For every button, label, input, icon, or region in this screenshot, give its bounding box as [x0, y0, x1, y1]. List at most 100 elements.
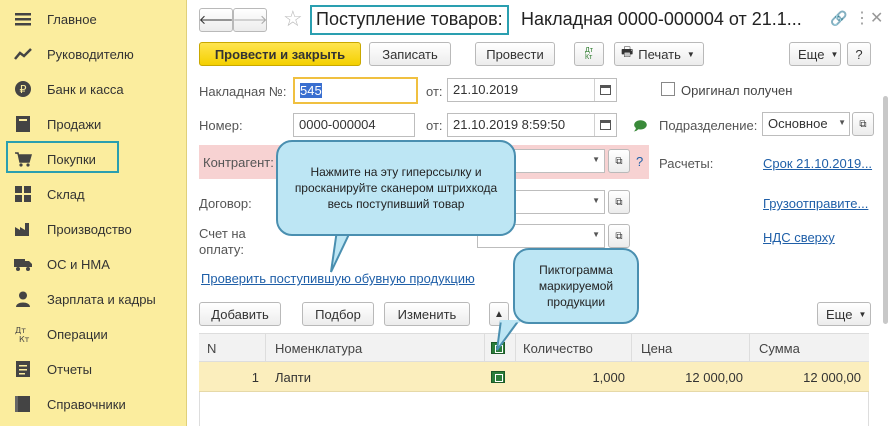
sidebar-item-label: Справочники	[47, 396, 126, 412]
column-header-sum[interactable]: Сумма	[759, 341, 800, 356]
book-icon	[14, 395, 32, 413]
scan-callout: Нажмите на эту гиперссылку и просканируй…	[276, 140, 516, 236]
sidebar-item-sales[interactable]: Продажи	[0, 109, 187, 139]
more-button[interactable]: Еще ▼	[789, 42, 841, 66]
close-icon[interactable]: ✕	[870, 8, 883, 28]
number-datetime-value: 21.10.2019 8:59:50	[453, 117, 566, 132]
favorite-star-icon[interactable]: ☆	[283, 6, 303, 32]
sidebar-item-main[interactable]: Главное	[0, 4, 187, 34]
cell-price: 12 000,00	[685, 370, 743, 385]
sidebar-item-production[interactable]: Производство	[0, 214, 187, 244]
edit-button[interactable]: Изменить	[384, 302, 470, 326]
calendar-icon[interactable]	[594, 114, 616, 136]
table-body-empty	[199, 392, 869, 426]
payments-link[interactable]: Срок 21.10.2019...	[763, 156, 872, 171]
chevron-down-icon: ▼	[592, 230, 600, 239]
invoice-date-input[interactable]: 21.10.2019	[447, 78, 617, 102]
number-label: Номер:	[199, 118, 243, 133]
sidebar-item-label: Операции	[47, 326, 108, 342]
open-icon: ⧉	[615, 155, 623, 167]
trend-icon	[14, 45, 32, 63]
table-more-button[interactable]: Еще ▼	[817, 302, 871, 326]
open-icon: ⧉	[615, 230, 623, 242]
factory-icon	[14, 220, 32, 238]
original-received-checkbox[interactable]	[661, 82, 675, 96]
print-label: Печать	[638, 46, 681, 62]
division-select[interactable]: Основное ▼	[762, 112, 850, 136]
post-and-close-button[interactable]: Провести и закрыть	[199, 42, 361, 66]
open-counterparty-button[interactable]: ⧉	[608, 149, 630, 173]
sidebar-item-label: Руководителю	[47, 46, 134, 62]
sidebar-item-label: ОС и НМА	[47, 256, 110, 272]
cell-n: 1	[251, 370, 259, 385]
column-header-n[interactable]: N	[207, 341, 216, 356]
warehouse-icon	[14, 185, 32, 203]
sidebar-item-label: Отчеты	[47, 361, 92, 377]
callout-pointer	[330, 230, 353, 273]
column-header-nomenclature[interactable]: Номенклатура	[275, 341, 362, 356]
page-title-type: Поступление товаров:	[316, 9, 503, 29]
chevron-down-icon: ▼	[592, 196, 600, 205]
sidebar-item-reports[interactable]: Отчеты	[0, 354, 187, 384]
form-scrollbar[interactable]	[883, 96, 888, 324]
forward-button[interactable]: 🡒	[233, 8, 267, 32]
cell-sum: 12 000,00	[803, 370, 861, 385]
column-header-price[interactable]: Цена	[641, 341, 672, 356]
calendar-icon[interactable]	[594, 79, 616, 101]
svg-text:Дт: Дт	[15, 326, 26, 335]
sidebar-item-purchases[interactable]: Покупки	[0, 144, 187, 174]
table-row[interactable]: 1 Лапти 1,000 12 000,00 12 000,00	[199, 362, 869, 392]
column-header-quantity[interactable]: Количество	[523, 341, 593, 356]
more-vertical-icon[interactable]: ⋮	[854, 8, 870, 28]
chevron-down-icon: ▼	[592, 155, 600, 164]
number-input[interactable]: 0000-000004	[293, 113, 415, 137]
invoice-number-input[interactable]: 545	[293, 77, 418, 104]
sidebar-item-assets[interactable]: ОС и НМА	[0, 249, 187, 279]
counterparty-label: Контрагент:	[203, 155, 274, 170]
vat-link[interactable]: НДС сверху	[763, 230, 835, 245]
link-icon[interactable]: 🔗	[830, 10, 847, 27]
add-button[interactable]: Добавить	[199, 302, 281, 326]
cell-quantity: 1,000	[592, 370, 625, 385]
sidebar-item-directories[interactable]: Справочники	[0, 389, 187, 419]
sidebar-item-bank[interactable]: ₽ Банк и касса	[0, 74, 187, 104]
comment-icon[interactable]: 🗩	[633, 117, 647, 139]
number-value: 0000-000004	[299, 117, 376, 132]
payment-invoice-label-line2: оплату:	[199, 242, 245, 257]
save-button[interactable]: Записать	[369, 42, 451, 66]
number-datetime-input[interactable]: 21.10.2019 8:59:50	[447, 113, 617, 137]
back-button[interactable]: 🡐	[199, 8, 233, 32]
sidebar-item-label: Продажи	[47, 116, 102, 132]
open-division-button[interactable]: ⧉	[852, 112, 874, 136]
open-payment-invoice-button[interactable]: ⧉	[608, 224, 630, 248]
svg-text:₽: ₽	[20, 83, 27, 96]
chevron-down-icon: ▼	[858, 309, 867, 319]
arrow-up-icon: ▲	[494, 308, 504, 320]
print-button[interactable]: 🖶 Печать ▼	[614, 42, 704, 66]
counterparty-help[interactable]: ?	[636, 154, 643, 169]
cart-icon	[14, 150, 32, 168]
coin-icon: ₽	[14, 80, 32, 98]
sidebar-item-warehouse[interactable]: Склад	[0, 179, 187, 209]
sidebar-item-manager[interactable]: Руководителю	[0, 39, 187, 69]
open-contract-button[interactable]: ⧉	[608, 190, 630, 214]
report-icon	[14, 360, 32, 378]
sidebar-item-label: Склад	[47, 186, 85, 202]
page-title: Накладная 0000-000004 от 21.1...	[521, 9, 802, 29]
consignor-link[interactable]: Грузоотправите...	[763, 196, 868, 211]
marking-icon	[491, 371, 505, 383]
svg-text:Кт: Кт	[19, 335, 30, 343]
select-button[interactable]: Подбор	[302, 302, 374, 326]
help-button[interactable]: ?	[847, 42, 871, 66]
menu-icon	[14, 10, 32, 28]
sidebar-item-label: Главное	[47, 11, 97, 27]
more-label: Еще	[798, 46, 825, 62]
marking-icon-callout: Пиктограмма маркируемой продукции	[513, 248, 639, 324]
sidebar-item-label: Покупки	[47, 151, 96, 167]
dt-kt-button[interactable]: Дт Кт	[574, 42, 604, 66]
dt-kt-icon: Дт Кт	[585, 47, 593, 61]
sidebar-item-salary[interactable]: Зарплата и кадры	[0, 284, 187, 314]
sidebar-item-operations[interactable]: Дт Кт Операции	[0, 319, 187, 349]
number-date-label: от:	[426, 118, 443, 133]
post-button[interactable]: Провести	[475, 42, 555, 66]
